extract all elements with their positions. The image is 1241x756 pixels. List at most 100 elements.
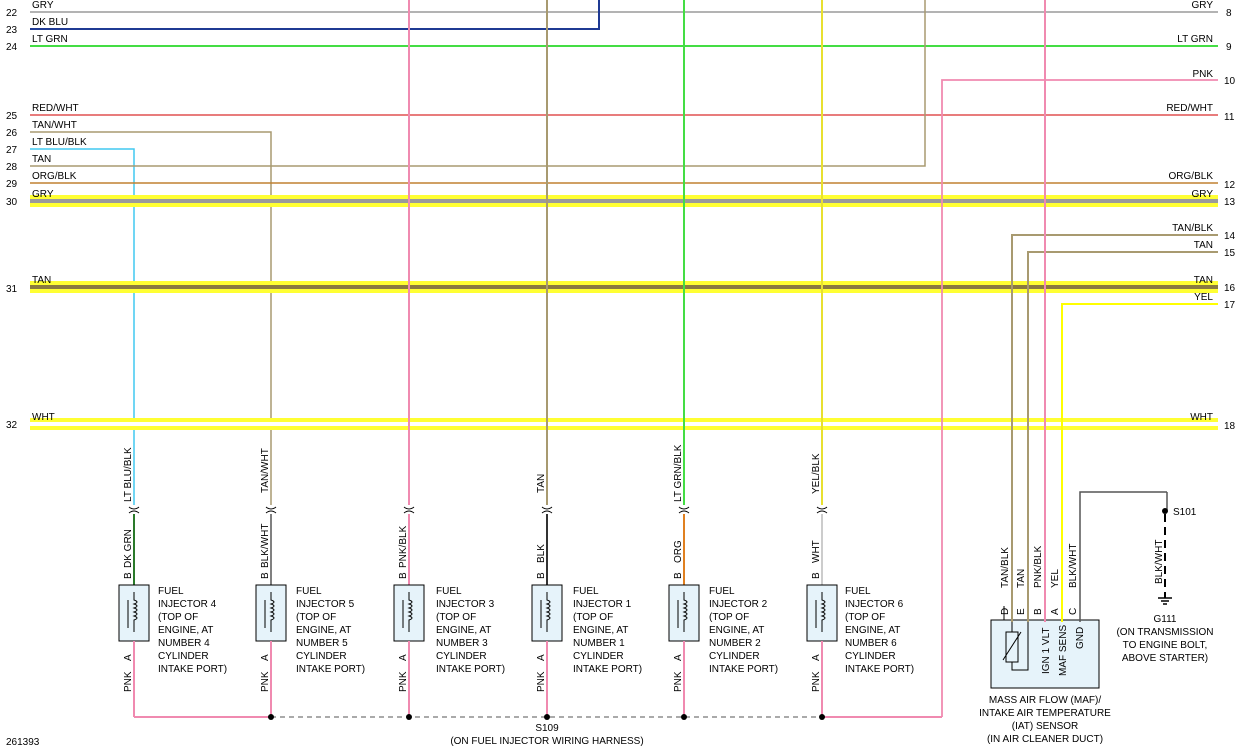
maf-caption: (IN AIR CLEANER DUCT) <box>987 734 1103 745</box>
injector-caption: CYLINDER <box>296 651 347 662</box>
wire-label: TAN <box>32 275 51 286</box>
right-row-num: 8 <box>1226 8 1232 19</box>
pin-label: B <box>260 572 271 579</box>
injector-caption: INJECTOR 3 <box>436 599 495 610</box>
maf-caption: (IAT) SENSOR <box>1012 721 1078 732</box>
splice-s109-label: S109 <box>535 723 559 734</box>
injector-caption: (TOP OF <box>709 612 749 623</box>
wire-label: YEL <box>1194 292 1213 303</box>
injector-connectors <box>128 506 828 585</box>
right-row-num: 10 <box>1224 76 1236 87</box>
wire-tanwht-26 <box>30 131 272 505</box>
wire-label: WHT <box>32 412 55 423</box>
wire-yel-17 <box>1061 303 1218 606</box>
right-row-num: 11 <box>1224 112 1235 123</box>
wire-label: BLK/WHT <box>1154 540 1165 584</box>
left-row-num: 25 <box>6 111 18 122</box>
ground-caption: ABOVE STARTER) <box>1122 653 1208 664</box>
pin-label: B <box>123 572 134 579</box>
fuel-injector-1 <box>531 584 563 717</box>
wire-label: ORG/BLK <box>32 171 77 182</box>
wire-tan-28 <box>30 0 926 167</box>
wire-label: DK BLU <box>32 17 68 28</box>
left-row-num: 23 <box>6 25 18 36</box>
injector-caption: NUMBER 4 <box>158 638 210 649</box>
injector-caption: CYLINDER <box>158 651 209 662</box>
wire-label: ORG <box>673 540 684 563</box>
wire-dkblu-23 <box>30 0 600 30</box>
wire-label: PNK <box>536 671 547 692</box>
fuel-injector-3 <box>393 584 425 717</box>
vertical-wires <box>408 0 1046 606</box>
wire-label: BLK/WHT <box>260 524 271 568</box>
injector-caption: NUMBER 5 <box>296 638 348 649</box>
wire-label: ORG/BLK <box>1169 171 1214 182</box>
right-row-num: 18 <box>1224 421 1236 432</box>
maf-pin-desc: IGN 1 VLT <box>1041 628 1052 675</box>
injector-caption: NUMBER 1 <box>573 638 625 649</box>
figure-id: 261393 <box>6 737 40 748</box>
injector-caption: (TOP OF <box>158 612 198 623</box>
fuel-injector-4 <box>118 584 150 717</box>
left-row-num: 27 <box>6 145 18 156</box>
wire-label: TAN <box>1194 275 1213 286</box>
ground-caption: (ON TRANSMISSION <box>1116 627 1213 638</box>
pin-label: B <box>398 572 409 579</box>
right-wire-labels: GRY LT GRN PNK RED/WHT ORG/BLK GRY TAN/B… <box>1166 0 1213 423</box>
pin-label: A <box>123 654 134 661</box>
wire-label: BLK <box>536 544 547 563</box>
injector-caption: INTAKE PORT) <box>296 664 365 675</box>
ground-caption: TO ENGINE BOLT, <box>1123 640 1208 651</box>
right-row-num: 17 <box>1224 300 1236 311</box>
wire-label: PNK <box>398 671 409 692</box>
injector-caption: ENGINE, AT <box>709 625 764 636</box>
wire-label: PNK <box>673 671 684 692</box>
injector-caption: INTAKE PORT) <box>436 664 505 675</box>
injector-caption: FUEL <box>296 586 322 597</box>
injector-caption: ENGINE, AT <box>158 625 213 636</box>
pin-label: A <box>260 654 271 661</box>
maf-caption: INTAKE AIR TEMPERATURE <box>979 708 1111 719</box>
pin-label: C <box>1068 608 1079 615</box>
wire-label: LT BLU/BLK <box>123 447 134 502</box>
maf-pin-desc: GND <box>1075 627 1086 649</box>
left-row-num: 22 <box>6 8 18 19</box>
injector-caption: (TOP OF <box>845 612 885 623</box>
right-row-num: 14 <box>1224 231 1236 242</box>
wire-label: PNK <box>123 671 134 692</box>
right-row-num: 13 <box>1224 197 1236 208</box>
right-row-num: 9 <box>1226 42 1232 53</box>
injector-caption: (TOP OF <box>436 612 476 623</box>
injector-caption: ENGINE, AT <box>296 625 351 636</box>
wire-label: GRY <box>32 0 54 11</box>
pin-label: B <box>536 572 547 579</box>
pin-label: A <box>398 654 409 661</box>
injector-caption: NUMBER 2 <box>709 638 761 649</box>
injector-caption: CYLINDER <box>845 651 896 662</box>
injector-caption: ENGINE, AT <box>573 625 628 636</box>
injector-caption: INJECTOR 6 <box>845 599 904 610</box>
splice-s101-label: S101 <box>1173 507 1197 518</box>
injector-caption: FUEL <box>158 586 184 597</box>
wire-label: TAN/WHT <box>260 448 271 493</box>
wire-label: RED/WHT <box>32 103 79 114</box>
pin-label: D <box>1000 608 1011 615</box>
injector-caption: ENGINE, AT <box>845 625 900 636</box>
fuel-injector-5 <box>255 584 287 717</box>
injector-caption: ENGINE, AT <box>436 625 491 636</box>
injector-caption: INTAKE PORT) <box>709 664 778 675</box>
splice-s109-caption: (ON FUEL INJECTOR WIRING HARNESS) <box>450 736 643 747</box>
injector-caption: INTAKE PORT) <box>845 664 914 675</box>
injector-caption: INJECTOR 1 <box>573 599 632 610</box>
splice-s109-bus <box>134 714 942 720</box>
injector-caption: FUEL <box>436 586 462 597</box>
left-row-num: 24 <box>6 42 18 53</box>
wire-label: GRY <box>1192 189 1214 200</box>
wire-label: TAN/WHT <box>32 120 77 131</box>
injector-caption: CYLINDER <box>573 651 624 662</box>
right-row-num: 15 <box>1224 248 1236 259</box>
left-row-num: 28 <box>6 162 18 173</box>
maf-pin-desc: MAF SENS <box>1058 625 1069 676</box>
wire-label: WHT <box>811 540 822 563</box>
injector-caption: INJECTOR 5 <box>296 599 355 610</box>
